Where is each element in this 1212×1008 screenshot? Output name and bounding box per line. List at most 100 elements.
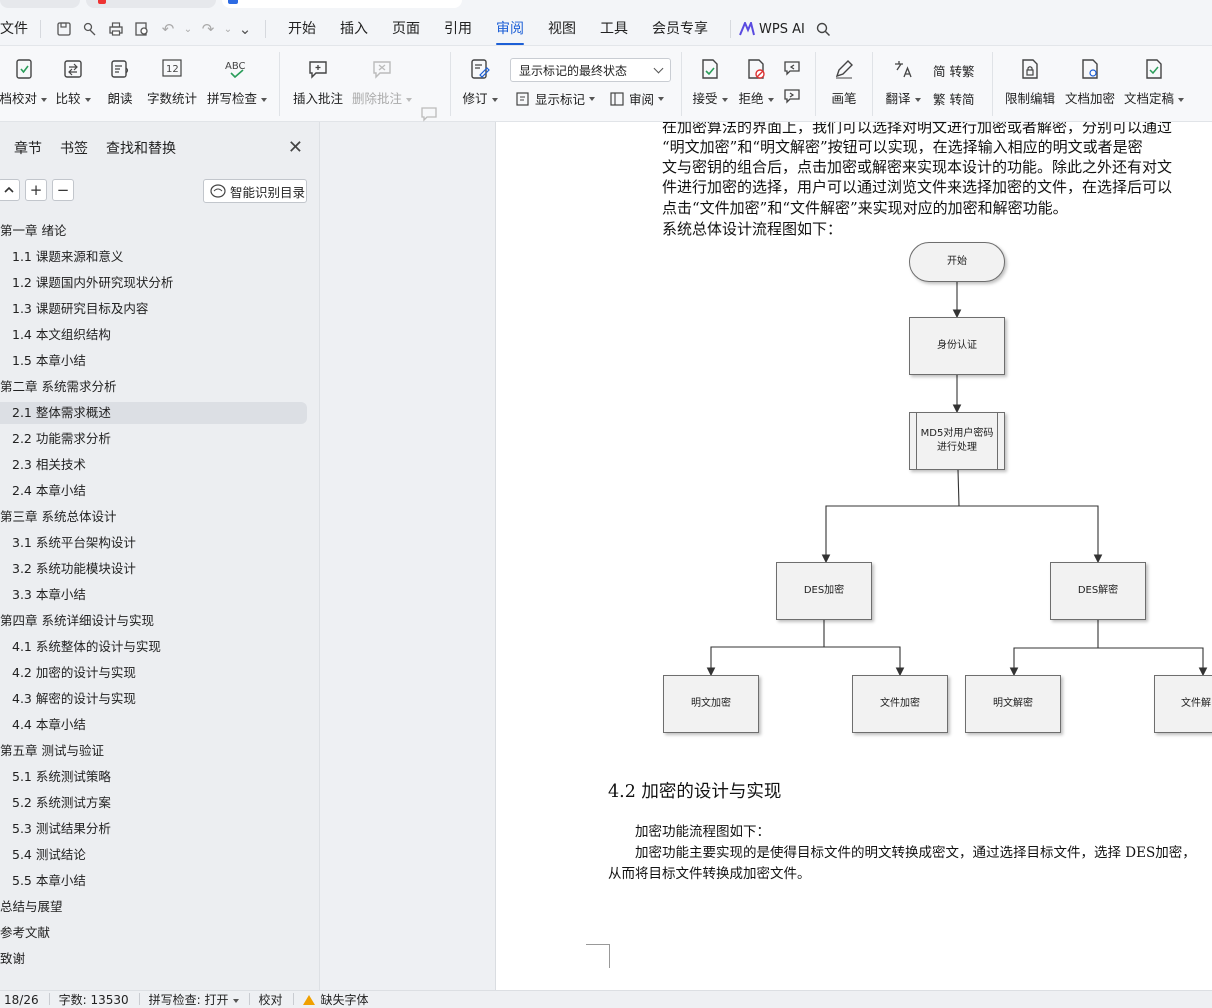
encrypt-doc-button[interactable]: 文档加密: [1062, 46, 1118, 107]
toc-item[interactable]: 5.1 系统测试策略: [0, 766, 307, 788]
toc-item[interactable]: 5.2 系统测试方案: [0, 792, 307, 814]
toc-item[interactable]: 第一章 绪论: [0, 220, 307, 242]
compare-button[interactable]: 比较: [52, 46, 94, 107]
spell-check-button[interactable]: ABC 拼写检查: [206, 46, 268, 107]
print-preview-icon[interactable]: [129, 17, 155, 41]
toc-item[interactable]: 第三章 系统总体设计: [0, 506, 307, 528]
tab-chapters[interactable]: 章节: [14, 138, 42, 158]
toc-item[interactable]: 致谢: [0, 948, 307, 970]
toc-item[interactable]: 第二章 系统需求分析: [0, 376, 307, 398]
compare-label: 比较: [55, 91, 81, 106]
collapse-minus-button[interactable]: −: [52, 179, 74, 201]
toc-item[interactable]: 1.2 课题国内外研究现状分析: [0, 272, 307, 294]
separator: [872, 52, 873, 116]
tab-references[interactable]: 引用: [432, 16, 484, 42]
to-traditional-button[interactable]: 简 转繁: [933, 61, 974, 80]
toc-item[interactable]: 2.3 相关技术: [0, 454, 307, 476]
toc-item[interactable]: 总结与展望: [0, 896, 307, 918]
review-pane-button[interactable]: 审阅: [609, 89, 665, 108]
tab-insert[interactable]: 插入: [328, 16, 380, 42]
read-aloud-button[interactable]: 朗读: [100, 46, 140, 107]
tab-bookmarks[interactable]: 书签: [60, 138, 88, 158]
next-change-icon[interactable]: [783, 88, 801, 104]
tab-page[interactable]: 页面: [380, 16, 432, 42]
flowchart-plain-decrypt: 明文解密: [965, 675, 1061, 733]
export-icon[interactable]: [77, 17, 103, 41]
toc-item[interactable]: 5.4 测试结论: [0, 844, 307, 866]
show-markup-label: 显示标记: [535, 92, 586, 107]
toc-item[interactable]: 4.1 系统整体的设计与实现: [0, 636, 307, 658]
missing-fonts-status[interactable]: 缺失字体: [292, 991, 379, 1008]
toc-item[interactable]: 2.4 本章小结: [0, 480, 307, 502]
prev-comment-icon[interactable]: [420, 106, 438, 122]
accept-button[interactable]: 接受: [690, 46, 730, 107]
toc-item[interactable]: 1.3 课题研究目标及内容: [0, 298, 307, 320]
tab-review[interactable]: 审阅: [484, 16, 536, 45]
wps-ai-button[interactable]: WPS AI: [739, 22, 805, 37]
collapse-up-button[interactable]: [0, 179, 20, 201]
word-count-status[interactable]: 字数: 13530: [48, 991, 139, 1008]
close-icon[interactable]: ✕: [288, 137, 303, 158]
toc-item[interactable]: 参考文献: [0, 922, 307, 944]
ink-button[interactable]: 画笔: [824, 46, 864, 107]
tab-view[interactable]: 视图: [536, 16, 588, 42]
print-icon[interactable]: [103, 17, 129, 41]
toc-item[interactable]: 4.3 解密的设计与实现: [0, 688, 307, 710]
delete-comment-button[interactable]: 删除批注: [352, 46, 413, 107]
page-indicator[interactable]: 18/26: [0, 993, 49, 1007]
proofread-status[interactable]: 校对: [248, 991, 293, 1008]
toc-item[interactable]: 3.2 系统功能模块设计: [0, 558, 307, 580]
tab-tools[interactable]: 工具: [588, 16, 640, 42]
toc-item[interactable]: 1.5 本章小结: [0, 350, 307, 372]
menu-bar: 文件 ↶ ⌄ ↷ ⌄ ⌄ 开始 插入 页面 引用 审阅 视图 工具 会员专享 W…: [0, 16, 837, 45]
toc-item[interactable]: 1.4 本文组织结构: [0, 324, 307, 346]
file-menu[interactable]: 文件: [0, 16, 40, 42]
toc-item[interactable]: 3.1 系统平台架构设计: [0, 532, 307, 554]
smart-toc-button[interactable]: 智能识别目录: [203, 179, 307, 203]
toc-item[interactable]: 第五章 测试与验证: [0, 740, 307, 762]
insert-comment-button[interactable]: 插入批注: [290, 46, 346, 107]
toc-item[interactable]: 5.3 测试结果分析: [0, 818, 307, 840]
spell-check-status-label: 拼写检查: 打开: [148, 993, 229, 1007]
toc-item[interactable]: 3.3 本章小结: [0, 584, 307, 606]
search-icon[interactable]: [811, 17, 837, 41]
tab-find-replace[interactable]: 查找和替换: [106, 138, 176, 158]
finalize-doc-button[interactable]: 文档定稿: [1124, 46, 1185, 107]
tab-member[interactable]: 会员专享: [640, 16, 720, 42]
track-changes-button[interactable]: 修订: [460, 46, 500, 107]
doc-tab-active[interactable]: [222, 0, 462, 8]
chevron-down-icon[interactable]: ⌄: [221, 17, 235, 41]
page-gutter: [320, 122, 496, 990]
expand-plus-button[interactable]: +: [25, 179, 47, 201]
delete-comment-icon: [369, 56, 395, 82]
separator: [40, 20, 41, 38]
toc-item[interactable]: 第四章 系统详细设计与实现: [0, 610, 307, 632]
reject-button[interactable]: 拒绝: [736, 46, 776, 107]
redo-icon[interactable]: ↷: [195, 17, 221, 41]
to-simplified-button[interactable]: 繁 转简: [933, 89, 974, 108]
spell-check-status[interactable]: 拼写检查: 打开: [138, 991, 249, 1008]
translate-button[interactable]: 翻译: [882, 46, 924, 107]
show-markup-icon: [516, 91, 529, 106]
tab-home[interactable]: 开始: [276, 16, 328, 42]
restrict-edit-button[interactable]: 限制编辑: [1002, 46, 1058, 107]
toc-item[interactable]: 4.2 加密的设计与实现: [0, 662, 307, 684]
prev-change-icon[interactable]: [783, 60, 801, 76]
word-count-button[interactable]: 12 字数统计: [144, 46, 200, 107]
doc-check-button[interactable]: 文档校对: [0, 46, 48, 107]
save-icon[interactable]: [51, 17, 77, 41]
separator: [450, 52, 451, 116]
undo-icon[interactable]: ↶: [155, 17, 181, 41]
doc-tab[interactable]: [86, 0, 216, 8]
toc-item[interactable]: 2.1 整体需求概述: [0, 402, 307, 424]
chevron-down-icon[interactable]: ⌄: [181, 17, 195, 41]
toc-item[interactable]: 5.5 本章小结: [0, 870, 307, 892]
doc-tab[interactable]: [0, 0, 80, 8]
toc-item[interactable]: 1.1 课题来源和意义: [0, 246, 307, 268]
show-markup-button[interactable]: 显示标记: [515, 89, 596, 108]
doc-check-icon: [11, 56, 37, 82]
markup-state-select[interactable]: 显示标记的最终状态: [510, 58, 671, 82]
toc-item[interactable]: 2.2 功能需求分析: [0, 428, 307, 450]
more-chevron-icon[interactable]: ⌄: [235, 17, 255, 41]
toc-item[interactable]: 4.4 本章小结: [0, 714, 307, 736]
